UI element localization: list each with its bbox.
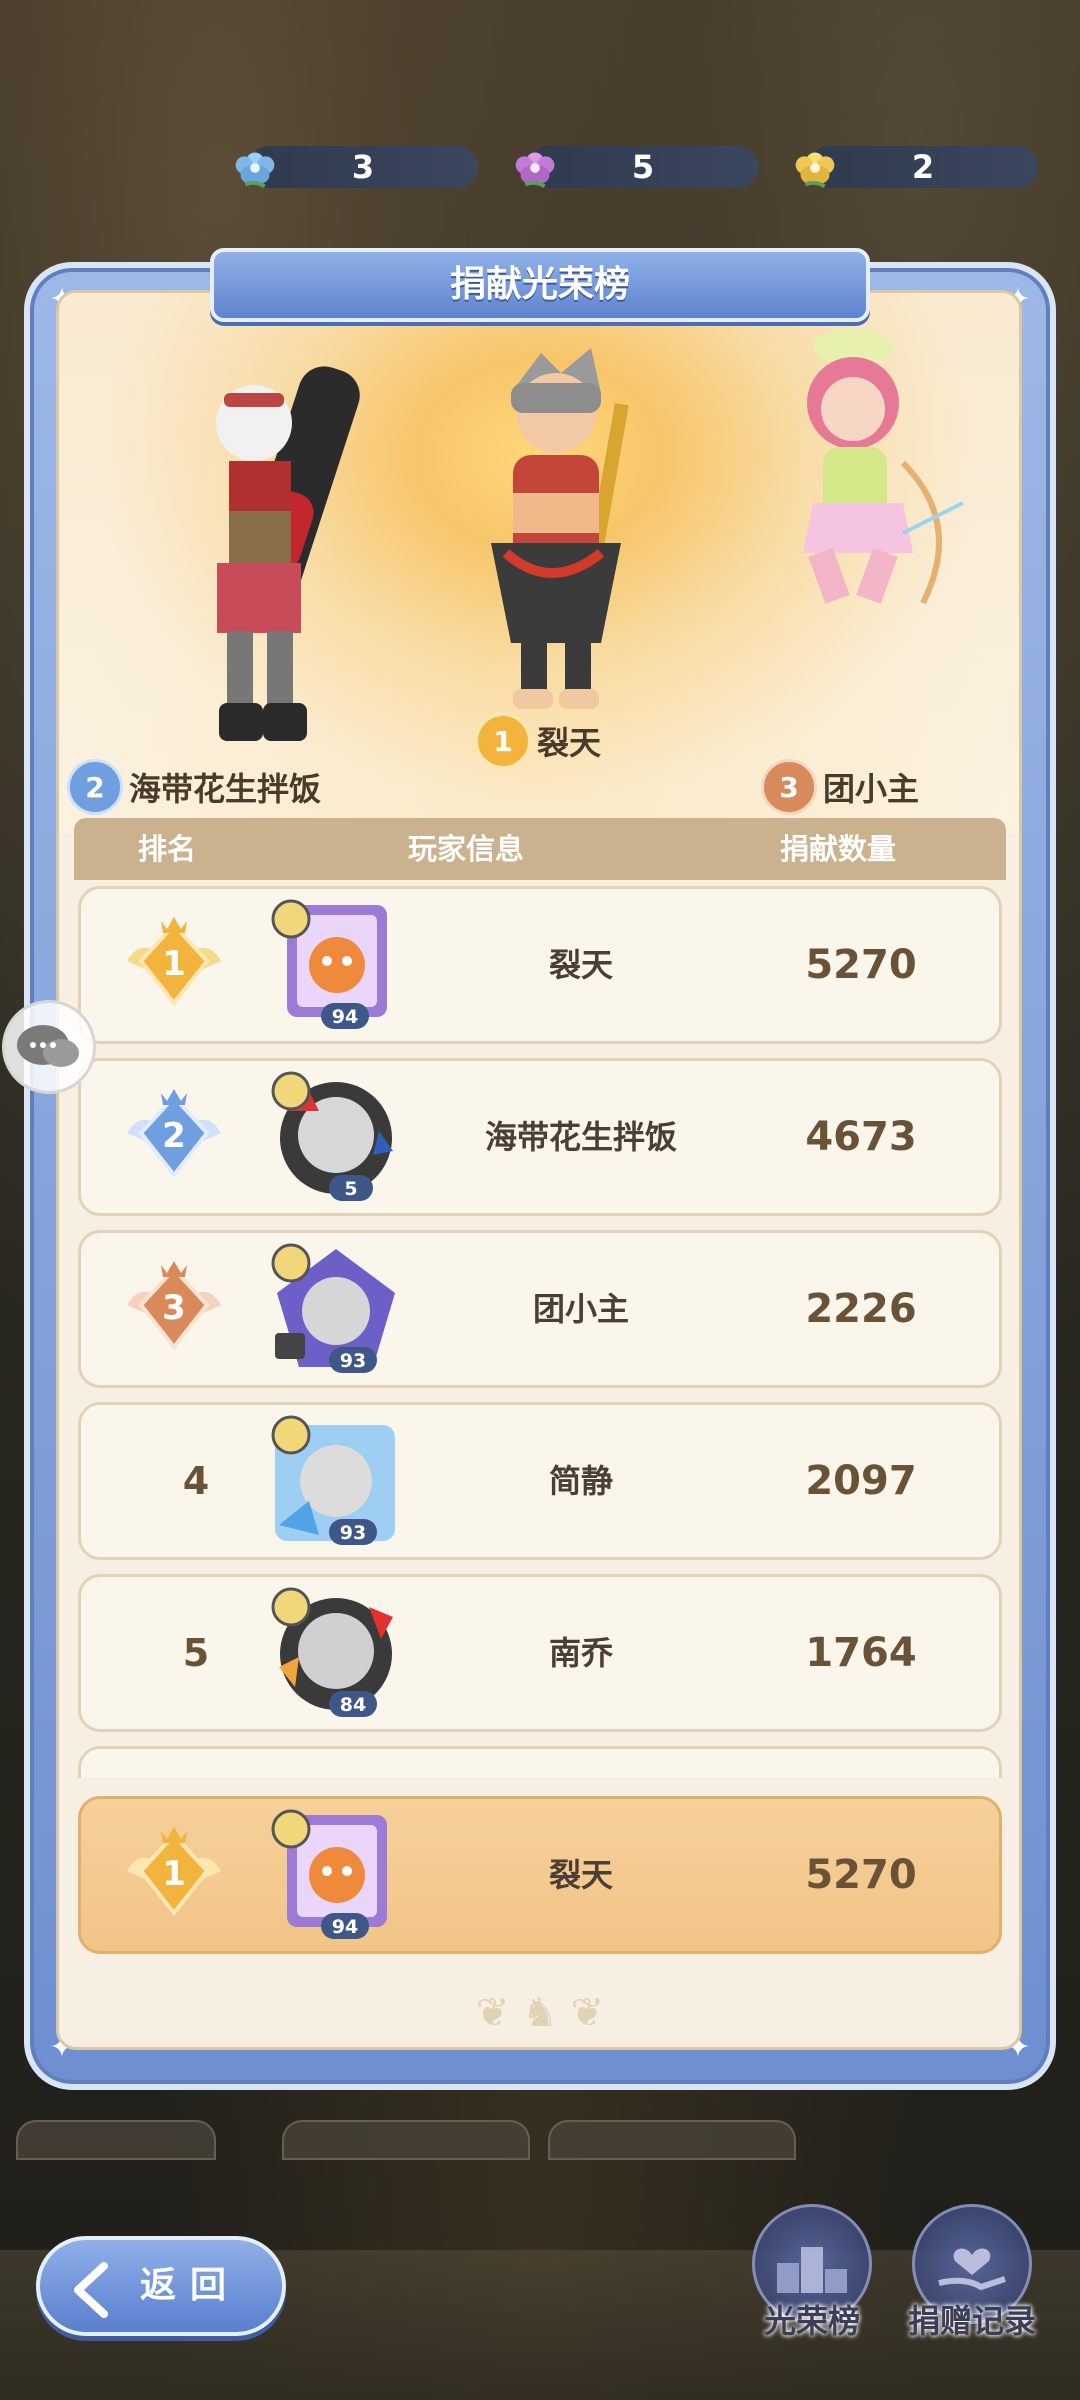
header-rank: 排名 [138, 832, 197, 866]
avatar[interactable]: 93 [269, 1415, 403, 1549]
rank-3-badge: 3 [761, 759, 817, 815]
avatar[interactable]: 94 [269, 899, 403, 1033]
medal-rank: 1 [162, 1854, 186, 1894]
silver-medal-icon: 2 [127, 1089, 221, 1179]
avatar[interactable]: 94 [269, 1809, 403, 1943]
podium-name-third: 团小主 [823, 770, 920, 808]
table-row[interactable]: 5 84 南乔 1764 [78, 1574, 1002, 1732]
panel-title: 捐献光荣榜 [449, 264, 630, 305]
podium-character-first [451, 343, 661, 723]
header-amount: 捐献数量 [780, 832, 897, 866]
bottom-ornament-icon: ❦ ♞ ❦ [475, 1990, 605, 2036]
avatar[interactable]: 84 [269, 1587, 403, 1721]
avatar[interactable]: 93 [269, 1243, 403, 1377]
currency-purple: 5 [515, 146, 758, 189]
back-arrow-icon [74, 2262, 108, 2318]
donation-amount: 4673 [805, 1114, 917, 1160]
player-name: 裂天 [548, 1856, 613, 1894]
donation-record-label: 捐赠记录 [907, 2302, 1036, 2340]
header-player: 玩家信息 [408, 832, 525, 866]
donation-amount: 5270 [805, 942, 917, 988]
currency-value: 5 [631, 148, 655, 186]
podium-name-second: 海带花生拌饭 [129, 770, 322, 808]
player-level: 94 [332, 1916, 358, 1938]
player-level: 93 [340, 1522, 366, 1544]
gold-medal-icon: 1 [127, 1827, 221, 1917]
player-name: 南乔 [548, 1634, 613, 1672]
back-button-label: 返回 [140, 2265, 241, 2306]
table-header: 排名 玩家信息 捐献数量 [74, 818, 1006, 880]
rank-1-badge: 1 [475, 713, 531, 769]
gold-medal-icon: 1 [127, 917, 221, 1007]
table-row[interactable] [78, 1746, 1002, 1778]
player-level: 94 [332, 1006, 358, 1028]
donation-amount: 2097 [805, 1458, 917, 1504]
hidden-tab[interactable] [282, 2120, 530, 2160]
podium-label-second: 2 海带花生拌饭 [67, 759, 321, 815]
currency-value: 2 [911, 148, 935, 186]
table-row[interactable]: 2 5 海带花生拌饭 4673 [78, 1058, 1002, 1216]
podium-name-first: 裂天 [537, 724, 602, 762]
glory-board-label: 光荣榜 [763, 2302, 860, 2340]
podium-character-third [753, 323, 973, 643]
donation-amount: 2226 [805, 1286, 917, 1332]
avatar[interactable]: 5 [269, 1071, 403, 1205]
medal-rank: 2 [162, 1116, 186, 1156]
rank-number: 4 [182, 1459, 210, 1503]
rank-2-badge: 2 [67, 759, 123, 815]
rank-number: 5 [182, 1631, 210, 1675]
table-row[interactable]: 1 94 裂天 5270 [78, 886, 1002, 1044]
podium-character-second [179, 353, 409, 753]
player-level: 5 [344, 1178, 357, 1200]
chat-icon [17, 1025, 79, 1067]
back-button[interactable]: 返回 [36, 2236, 286, 2336]
panel-title-ribbon: 捐献光荣榜 [210, 248, 870, 322]
donation-amount: 1764 [805, 1630, 917, 1676]
chat-button[interactable] [2, 1000, 96, 1094]
player-name: 团小主 [532, 1290, 629, 1328]
bronze-medal-icon: 3 [127, 1261, 221, 1351]
player-name: 裂天 [548, 946, 613, 984]
player-level: 93 [340, 1350, 366, 1372]
currency-value: 3 [351, 148, 375, 186]
currency-blue: 3 [235, 146, 478, 189]
medal-rank: 1 [162, 944, 186, 984]
leaderboard-list[interactable]: 1 94 裂天 5270 2 5 海带花生拌饭 4673 3 93 团小主 22… [74, 886, 1006, 1778]
player-level: 84 [340, 1694, 366, 1716]
table-row[interactable]: 4 93 简静 2097 [78, 1402, 1002, 1560]
player-name: 海带花生拌饭 [484, 1118, 677, 1156]
table-row[interactable]: 3 93 团小主 2226 [78, 1230, 1002, 1388]
podium-label-first: 1 裂天 [475, 713, 601, 769]
hidden-tab[interactable] [16, 2120, 216, 2160]
currency-yellow: 2 [795, 146, 1038, 189]
donation-amount: 5270 [805, 1852, 917, 1898]
player-name: 简静 [548, 1462, 613, 1500]
podium-label-third: 3 团小主 [761, 759, 919, 815]
my-rank-row[interactable]: 1 94 裂天 5270 [78, 1796, 1002, 1954]
medal-rank: 3 [162, 1288, 186, 1328]
hidden-tab[interactable] [548, 2120, 796, 2160]
